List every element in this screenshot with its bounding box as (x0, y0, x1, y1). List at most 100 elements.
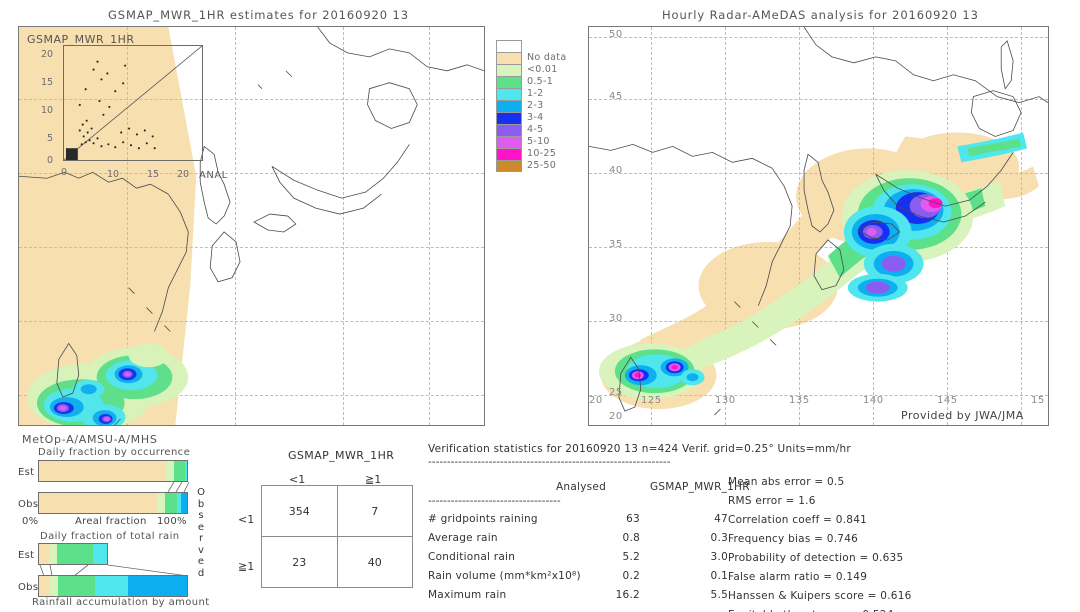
bar-segment-lt001 (48, 544, 57, 564)
colorbar-swatch (496, 76, 522, 88)
areal-axis-min: 0% (22, 516, 39, 527)
left-panel-title: GSMAP_MWR_1HR estimates for 20160920 13 (108, 8, 409, 22)
sensor-name-label: MetOp-A/AMSU-A/MHS (22, 433, 158, 446)
stat-analysed-value: 0.2 (622, 570, 640, 582)
colorbar-entry: 1-2 (496, 88, 592, 100)
table-row: 354 7 (261, 485, 414, 537)
contingency-cell-hit: 40 (336, 536, 414, 588)
bar-segment-05to1 (56, 544, 94, 564)
lat-tick-40: 40 (609, 165, 623, 176)
stat-label: # gridpoints raining (428, 513, 538, 525)
inset-ytick-5: 5 (47, 133, 54, 144)
inset-ytick-15: 15 (41, 77, 54, 88)
contingency-cell-miss: 23 (261, 536, 338, 588)
colorbar-swatch (496, 112, 522, 124)
colorbar-label: <0.01 (527, 64, 558, 75)
total-rain-est-bar[interactable] (38, 543, 108, 565)
colorbar-entry: 4-5 (496, 124, 592, 136)
stats-column-analysed: Analysed (556, 481, 606, 493)
metric-rms-error: RMS error = 1.6 (728, 495, 816, 507)
metric-correlation-coeff: Correlation coeff = 0.841 (728, 514, 868, 526)
metric-hanssen-kuipers: Hanssen & Kuipers score = 0.616 (728, 590, 912, 602)
bar-segment-2to3 (127, 576, 187, 596)
lat-tick-20: 20 (609, 411, 623, 422)
screenshot-root: GSMAP_MWR_1HR estimates for 20160920 13 … (0, 0, 1080, 612)
total-rain-obs-bar[interactable] (38, 575, 188, 597)
stat-product-value: 47 (714, 513, 728, 525)
occurrence-connector-lines (167, 482, 190, 492)
lon-tick-135: 135 (789, 395, 810, 406)
lon-tick-130: 130 (715, 395, 736, 406)
inset-xtick-0: 0 (61, 167, 68, 178)
inset-scatter-points (64, 46, 202, 160)
colorbar-entry: No data (496, 52, 592, 64)
rainfall-accumulation-caption: Rainfall accumulation by amount (32, 597, 210, 608)
bar-segment-nodata (39, 544, 49, 564)
stat-label: Average rain (428, 532, 498, 544)
bar-segment-1to2 (93, 544, 107, 564)
lat-tick-45: 45 (609, 91, 623, 102)
bar-segment-1to2 (95, 576, 128, 596)
total-rain-chart-title: Daily fraction of total rain (40, 531, 180, 542)
contingency-observed-axis-label: Observed (197, 487, 205, 579)
contingency-table: 354 7 23 40 (261, 485, 414, 588)
occurrence-obs-bar[interactable] (38, 492, 188, 514)
colorbar-label: 10-25 (527, 148, 557, 159)
inset-xtick-10: 10 (107, 169, 120, 180)
colorbar-entry: 2-3 (496, 100, 592, 112)
occurrence-est-bar[interactable] (38, 460, 188, 482)
stat-product-value: 3.0 (710, 551, 728, 563)
bar-segment-05to1 (58, 576, 96, 596)
bar-segment-lt001 (166, 461, 174, 481)
colorbar-label: 1-2 (527, 88, 544, 99)
colorbar-label: 2-3 (527, 100, 544, 111)
inset-xtick-15: 15 (147, 169, 160, 180)
data-credit: Provided by JWA/JMA (901, 409, 1024, 422)
colorbar-entry: 3-4 (496, 112, 592, 124)
contingency-cell-false-alarm: 7 (336, 485, 414, 537)
stat-label: Rain volume (mm*km²x10⁸) (428, 570, 581, 582)
bar-segment-1to2 (185, 461, 187, 481)
lon-tick-125: 125 (641, 395, 662, 406)
contingency-row-header-lt1: <1 (238, 513, 255, 526)
metric-mean-abs-error: Mean abs error = 0.5 (728, 476, 845, 488)
colorbar-swatch (496, 100, 522, 112)
bar-segment-lt001 (157, 493, 165, 513)
stats-divider-mid: ----------------------------------- (428, 495, 561, 507)
inset-ytick-20: 20 (41, 49, 54, 60)
stat-product-value: 0.3 (710, 532, 728, 544)
stat-label: Conditional rain (428, 551, 516, 563)
metric-frequency-bias: Frequency bias = 0.746 (728, 533, 859, 545)
right-panel-title: Hourly Radar-AMeDAS analysis for 2016092… (662, 8, 979, 22)
occurrence-est-label: Est (18, 467, 35, 478)
metric-probability-detection: Probability of detection = 0.635 (728, 552, 904, 564)
stat-analysed-value: 63 (626, 513, 640, 525)
stat-analysed-value: 5.2 (622, 551, 640, 563)
bar-segment-lt001 (49, 576, 59, 596)
stat-analysed-value: 0.8 (622, 532, 640, 544)
colorbar-entry: 25-50 (496, 160, 592, 172)
colorbar-swatch (496, 88, 522, 100)
colorbar-label: No data (527, 52, 567, 63)
total-rain-obs-label: Obs (18, 582, 39, 593)
colorbar-label: 25-50 (527, 160, 557, 171)
colorbar-label: 0.5-1 (527, 76, 554, 87)
bar-segment-2to3 (181, 493, 187, 513)
contingency-row-header-ge1: ≧1 (238, 560, 255, 573)
areal-axis-title: Areal fraction (75, 516, 147, 527)
left-map-panel[interactable]: GSMAP_MWR_1HR 20 15 10 5 0 0 10 15 20 AN… (18, 26, 485, 426)
stats-divider-top: ----------------------------------------… (428, 456, 671, 468)
bar-segment-nodata (39, 493, 158, 513)
bar-segment-05to1 (164, 493, 177, 513)
colorbar-swatch (496, 40, 522, 52)
colorbar-swatch (496, 136, 522, 148)
inset-scatter-plot[interactable] (63, 45, 203, 161)
right-map-precipitation (598, 132, 1028, 400)
metric-false-alarm-ratio: False alarm ratio = 0.149 (728, 571, 868, 583)
stats-header: Verification statistics for 20160920 13 … (428, 443, 851, 455)
lat-tick-30: 30 (609, 313, 623, 324)
lat-tick-50: 50 (609, 29, 623, 40)
lon-tick-150: 15 (1031, 395, 1045, 406)
colorbar-entry: 5-10 (496, 136, 592, 148)
right-map-panel[interactable]: 50 45 40 35 30 25 20 20 125 130 135 140 … (588, 26, 1049, 426)
